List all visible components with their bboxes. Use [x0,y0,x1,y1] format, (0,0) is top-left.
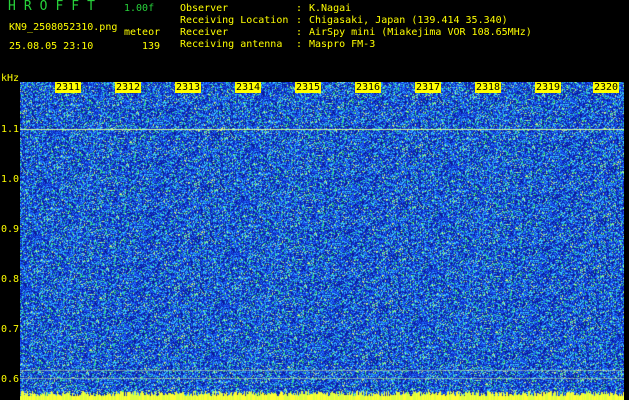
receiver-sep: : [296,27,303,38]
y-tick-0-6: 0.6 [1,374,20,385]
location-sep: : [296,15,303,26]
x-tick-2311: 2311 [55,82,82,93]
antenna-value: Maspro FM-3 [309,39,376,50]
version-label: 1.00f [124,3,155,14]
header-panel: HROFFT 1.00f KN9_2508052310.png meteor 2… [0,0,629,78]
x-tick-2318: 2318 [475,82,502,93]
observer-value: K.Nagai [309,3,352,14]
location-value: Chigasaki, Japan (139.414 35.340) [309,15,508,26]
observer-sep: : [296,3,303,14]
y-tick-0-9: 0.9 [1,224,20,235]
y-tick-1-0: 1.0 [1,174,20,185]
waterfall-display[interactable] [20,82,624,400]
x-tick-2316: 2316 [355,82,382,93]
y-tick-0-8: 0.8 [1,274,20,285]
filename-label: KN9_2508052310.png [9,22,118,33]
location-label: Receiving Location [180,15,289,26]
x-tick-2315: 2315 [295,82,322,93]
x-tick-2313: 2313 [175,82,202,93]
x-tick-2319: 2319 [535,82,562,93]
count-label: 139 [142,41,161,52]
receiver-label: Receiver [180,27,229,38]
x-tick-2317: 2317 [415,82,442,93]
antenna-sep: : [296,39,303,50]
receiver-value: AirSpy mini (Miakejima VOR 108.65MHz) [309,27,532,38]
app-title: HROFFT [8,0,103,14]
antenna-label: Receiving antenna [180,39,283,50]
x-tick-2314: 2314 [235,82,262,93]
y-tick-1-1: 1.1 [1,124,20,135]
x-tick-2312: 2312 [115,82,142,93]
datetime-label: 25.08.05 23:10 [9,41,94,52]
mode-label: meteor [124,27,161,38]
observer-label: Observer [180,3,229,14]
axis-unit-label: kHz [1,73,20,84]
y-tick-0-7: 0.7 [1,324,20,335]
waterfall-canvas[interactable] [20,82,624,400]
x-tick-2320: 2320 [593,82,620,93]
